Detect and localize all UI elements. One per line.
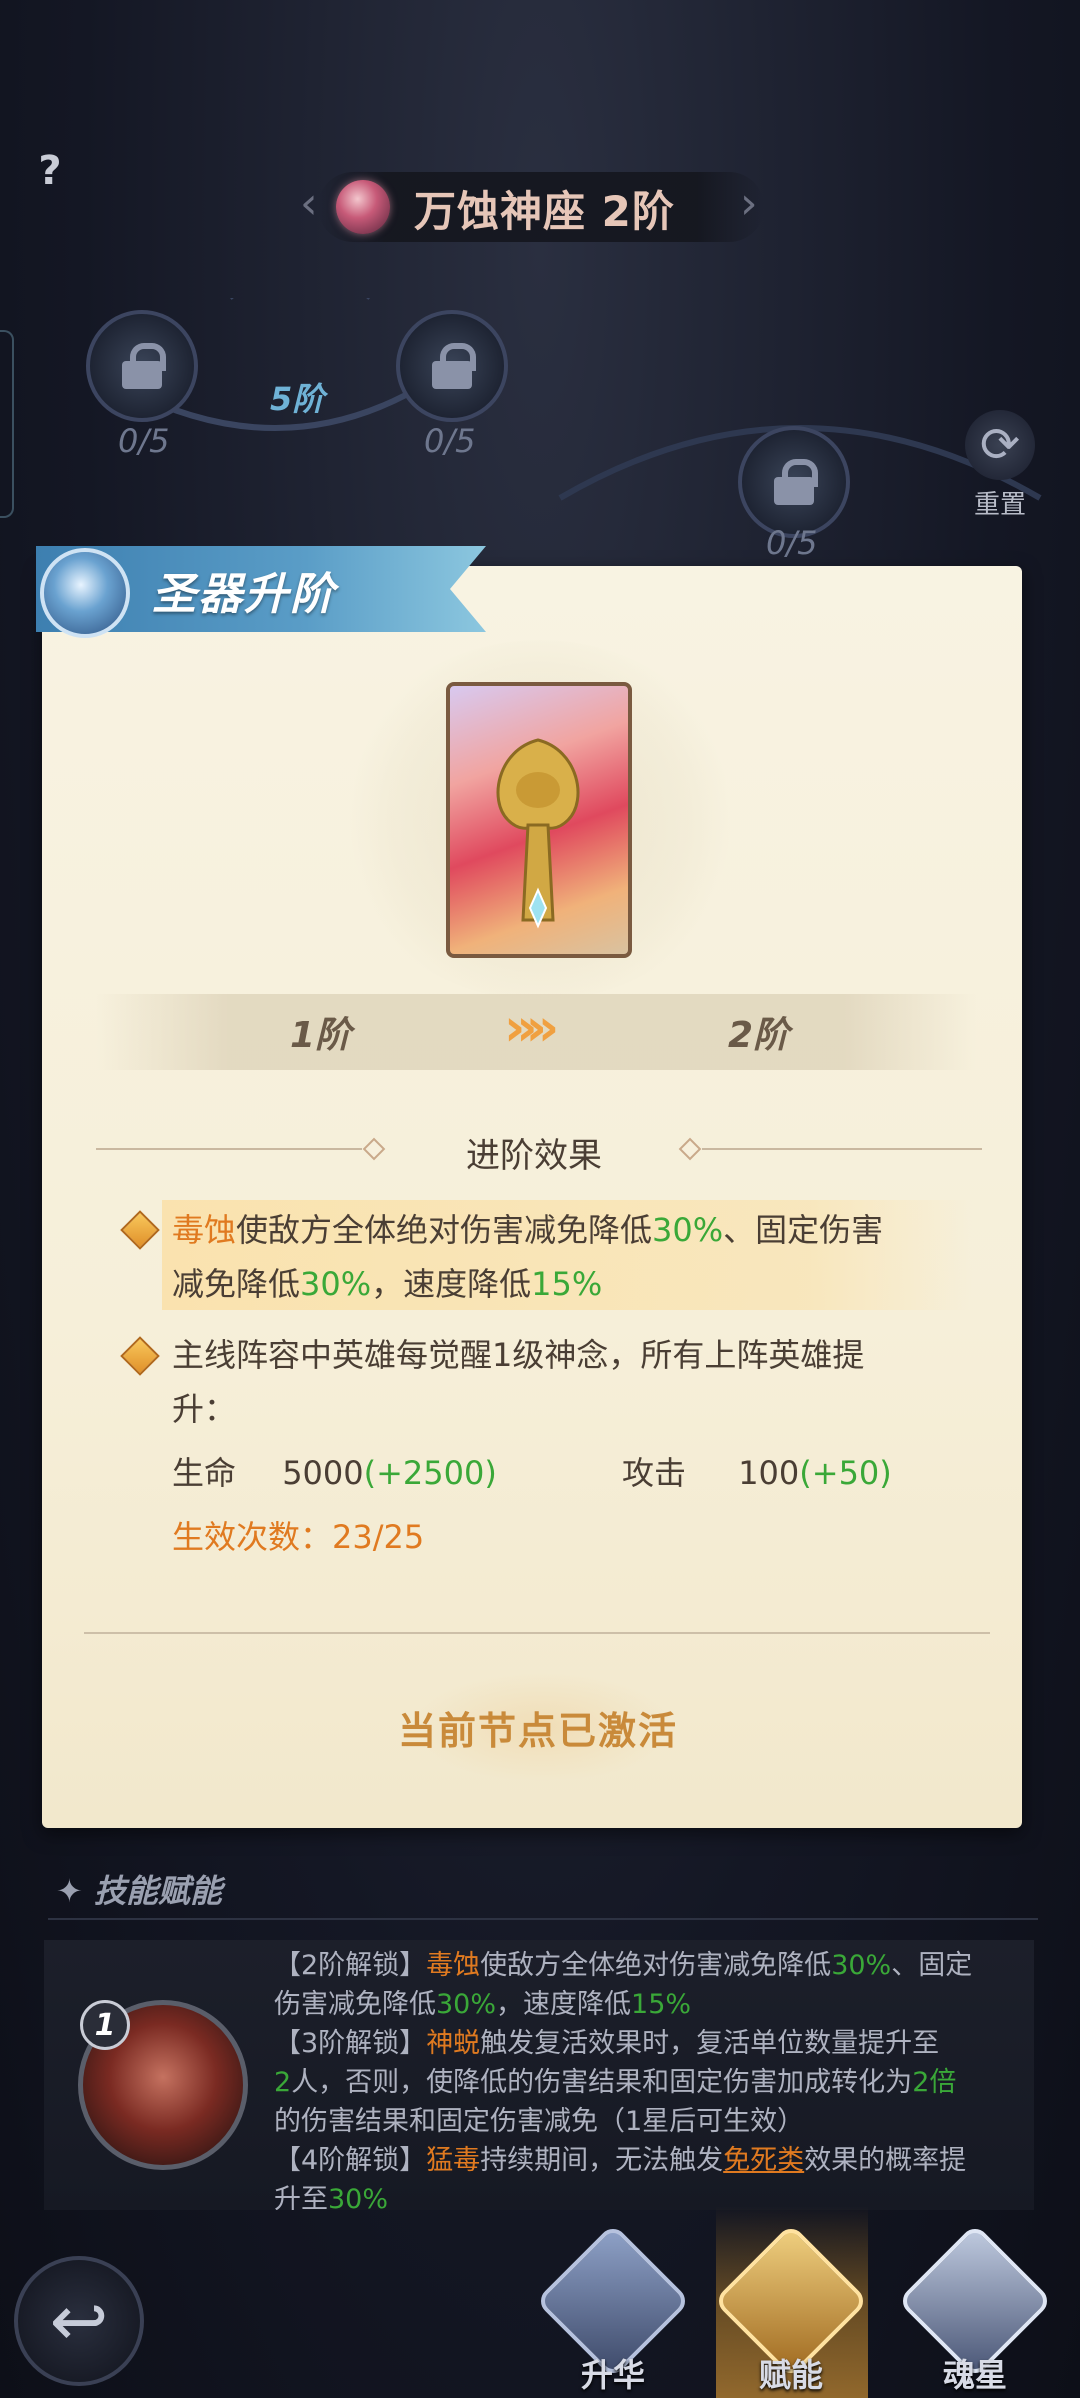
- skill-section-title: ✦ 技能赋能: [56, 1872, 222, 1910]
- node-count: 0/5: [118, 422, 170, 460]
- divider-line: [48, 1918, 1038, 1920]
- prev-arrow-icon[interactable]: ‹: [300, 178, 318, 229]
- node-count: 0/5: [424, 422, 476, 460]
- double-arrow-icon: »»: [504, 998, 559, 1058]
- activated-status: 当前节点已激活: [398, 1709, 679, 1753]
- back-button[interactable]: ↩: [14, 2256, 144, 2386]
- nav-label: 魂星: [942, 2356, 1007, 2394]
- skill-description[interactable]: 【2阶解锁】毒蚀使敌方全体绝对伤害减免降低30%、固定 伤害减免降低30%，速度…: [274, 1946, 1034, 2210]
- card-title: 圣器升阶: [152, 569, 336, 620]
- effect-text: 毒蚀使敌方全体绝对伤害减免降低30%、固定伤害 减免降低30%，速度降低15%: [172, 1211, 884, 1303]
- cobra-icon: [496, 738, 580, 929]
- lock-icon: [774, 459, 818, 505]
- next-arrow-icon[interactable]: ›: [740, 178, 758, 229]
- tier-from: 1阶: [290, 1015, 352, 1056]
- stat-hp: 生命 5000(+2500): [172, 1454, 497, 1492]
- lock-icon: [432, 343, 476, 389]
- page-title: 万蚀神座 2阶: [414, 187, 675, 236]
- effect-text: 主线阵容中英雄每觉醒1级神念，所有上阵英雄提 升：: [172, 1336, 865, 1428]
- reset-label: 重置: [973, 490, 1026, 520]
- refresh-icon: ⟳: [965, 410, 1035, 480]
- divider-line: [96, 1148, 362, 1150]
- nav-label: 升华: [580, 2356, 645, 2394]
- tree-node-locked[interactable]: [86, 310, 198, 422]
- section-title: 进阶效果: [466, 1136, 602, 1176]
- stat-attack: 攻击 100(+50): [622, 1454, 892, 1492]
- lock-icon: [122, 343, 166, 389]
- tree-node-locked[interactable]: [738, 426, 850, 538]
- nav-tab-sublimate[interactable]: 升华: [535, 2223, 691, 2398]
- tree-node-locked[interactable]: [396, 310, 508, 422]
- feather-emblem-icon: [40, 548, 130, 638]
- reset-button[interactable]: ⟳ 重置: [960, 410, 1040, 520]
- help-button[interactable]: ?: [30, 148, 70, 198]
- divider-line: [702, 1148, 982, 1150]
- divider-line: [84, 1632, 990, 1634]
- effect-count: 生效次数：23/25: [172, 1518, 425, 1556]
- nav-tab-empower[interactable]: 赋能: [713, 2223, 869, 2398]
- nav-tab-soulstar[interactable]: 魂星: [897, 2223, 1053, 2398]
- skill-level-badge: 1: [80, 2000, 130, 2050]
- nav-label: 赋能: [758, 2356, 823, 2394]
- tier-to: 2阶: [728, 1015, 790, 1056]
- back-arrow-icon: ↩: [49, 2280, 109, 2362]
- artifact-orb-icon: [336, 180, 390, 234]
- node-count: 0/5: [766, 524, 818, 562]
- tree-tier-label: 5阶: [270, 380, 325, 418]
